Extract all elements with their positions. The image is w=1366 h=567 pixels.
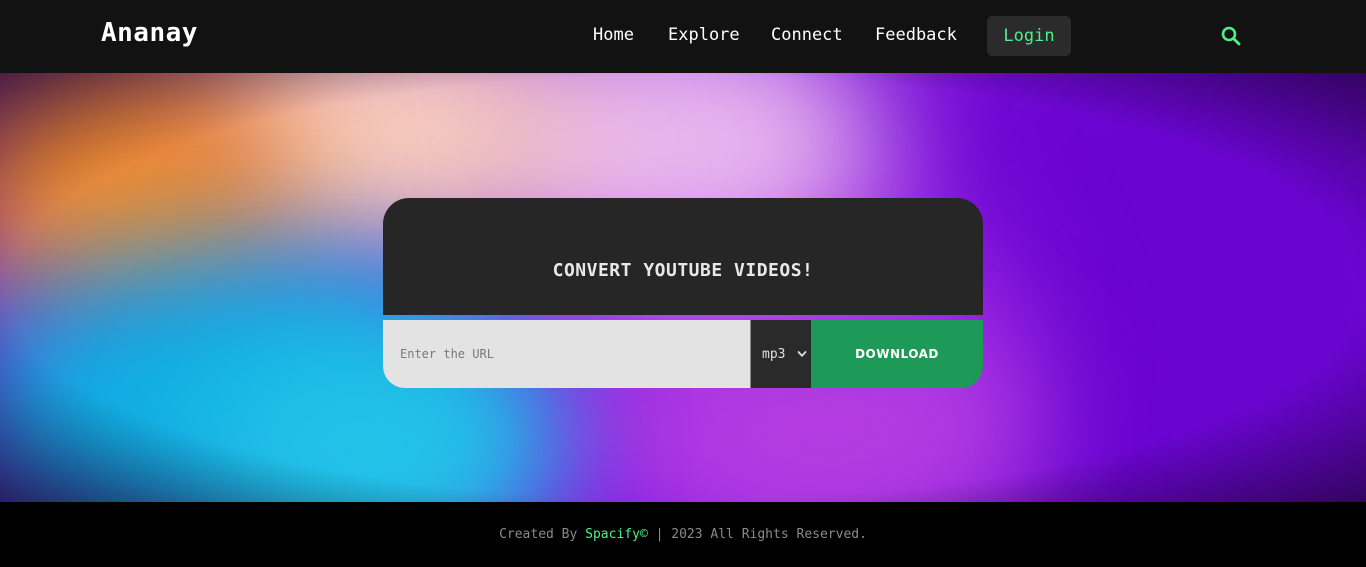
converter-card: CONVERT YOUTUBE VIDEOS! <box>383 198 983 315</box>
format-select[interactable]: mp3 <box>751 320 811 388</box>
footer-text: Created By Spacify© | 2023 All Rights Re… <box>0 527 1366 542</box>
nav-connect-link[interactable]: Connect <box>771 25 843 45</box>
footer-prefix: Created By <box>499 527 586 542</box>
navbar: Ananay Home Explore Connect Feedback Log… <box>0 0 1366 73</box>
footer-suffix: | 2023 All Rights Reserved. <box>647 527 867 542</box>
login-button[interactable]: Login <box>987 16 1071 56</box>
nav-links: Home Explore Connect Feedback <box>0 0 1366 73</box>
chevron-down-icon <box>797 351 807 357</box>
url-input[interactable] <box>383 320 751 388</box>
nav-home-link[interactable]: Home <box>593 25 634 45</box>
footer-brand-link[interactable]: Spacify© <box>585 527 648 542</box>
format-select-value: mp3 <box>762 346 786 362</box>
footer: Created By Spacify© | 2023 All Rights Re… <box>0 502 1366 567</box>
search-icon[interactable] <box>1221 26 1241 46</box>
nav-feedback-link[interactable]: Feedback <box>875 25 957 45</box>
converter-title: CONVERT YOUTUBE VIDEOS! <box>552 260 814 281</box>
nav-explore-link[interactable]: Explore <box>668 25 740 45</box>
converter-form: mp3 DOWNLOAD <box>383 320 983 388</box>
download-button[interactable]: DOWNLOAD <box>811 320 983 388</box>
